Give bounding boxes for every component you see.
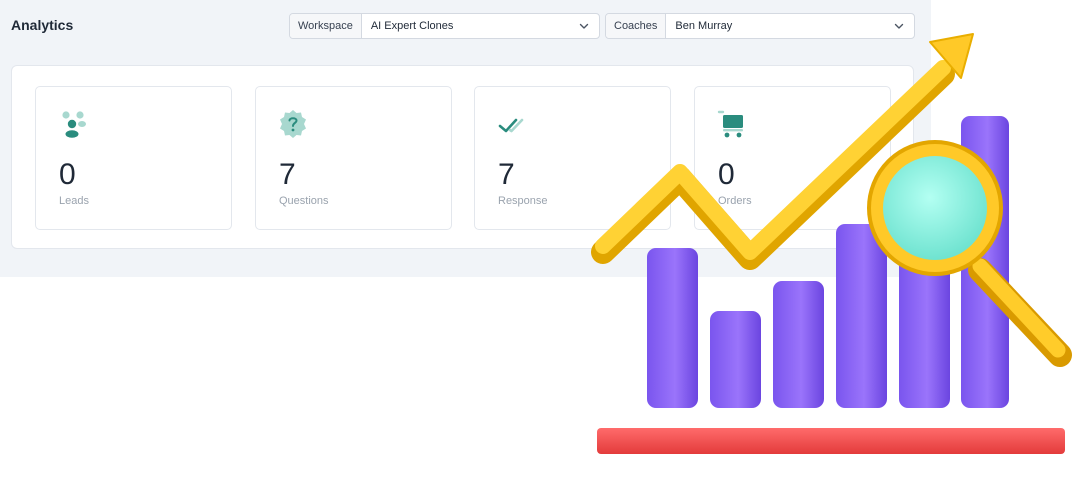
stat-card-questions[interactable]: 7 Questions — [255, 86, 452, 230]
workspace-label: Workspace — [290, 14, 362, 38]
double-check-icon — [498, 118, 524, 133]
stat-label: Response — [498, 195, 548, 207]
growth-chart-illustration — [591, 33, 1072, 454]
stat-value: 0 — [59, 158, 76, 191]
workspace-value: AI Expert Clones — [370, 20, 454, 32]
chart-bar — [836, 224, 887, 408]
stat-value: 7 — [279, 158, 296, 191]
stat-value: 7 — [498, 158, 515, 191]
workspace-filter[interactable]: Workspace AI Expert Clones — [289, 13, 600, 39]
stat-label: Questions — [279, 195, 329, 207]
stat-label: Leads — [59, 195, 89, 207]
people-icon — [62, 111, 86, 138]
question-badge-icon — [280, 110, 306, 138]
chart-bar — [710, 311, 761, 408]
chart-bar — [773, 281, 824, 408]
stat-card-leads[interactable]: 0 Leads — [35, 86, 232, 230]
baseline-bar — [597, 428, 1065, 454]
workspace-select[interactable]: AI Expert Clones — [362, 14, 599, 38]
chart-bar — [647, 248, 698, 408]
page-title: Analytics — [11, 17, 74, 33]
